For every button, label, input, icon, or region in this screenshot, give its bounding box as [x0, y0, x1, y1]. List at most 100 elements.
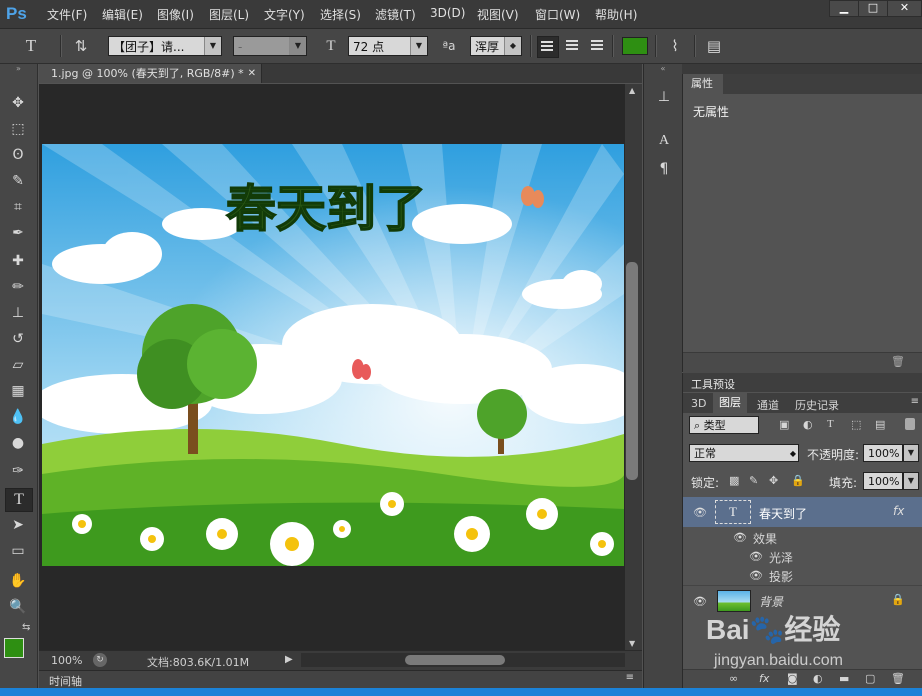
filter-smart-object-icon[interactable]: ▤: [875, 418, 885, 431]
history-brush-tool-icon[interactable]: ↺: [5, 328, 31, 350]
filter-toggle[interactable]: [905, 418, 915, 430]
stamp-panel-icon[interactable]: ⊥: [651, 86, 677, 108]
minimize-button[interactable]: ▁: [829, 0, 859, 17]
lock-transparent-icon[interactable]: ▩: [729, 474, 739, 487]
font-size-dropdown[interactable]: 72 点 ▼: [348, 36, 428, 56]
eye-icon[interactable]: 👁: [693, 506, 707, 519]
menu-3d[interactable]: 3D(D): [430, 6, 465, 20]
menu-window[interactable]: 窗口(W): [535, 6, 580, 23]
toggle-orientation-icon[interactable]: ⇅: [72, 37, 90, 55]
menu-edit[interactable]: 编辑(E): [102, 6, 143, 23]
link-layers-icon[interactable]: ∞: [729, 672, 738, 685]
collapse-icon[interactable]: »: [0, 64, 37, 74]
character-panel-icon[interactable]: ▤: [705, 37, 723, 55]
font-family-dropdown[interactable]: 【团子】请... ▼: [108, 36, 222, 56]
menu-layer[interactable]: 图层(L): [209, 6, 249, 23]
trash-icon[interactable]: 🗑: [891, 355, 905, 368]
panel-menu-icon[interactable]: ≡: [626, 672, 634, 683]
trash-icon[interactable]: 🗑: [891, 672, 905, 685]
maximize-button[interactable]: □: [858, 0, 888, 17]
lock-image-icon[interactable]: ✎: [749, 474, 758, 487]
panel-menu-icon[interactable]: ≡: [911, 396, 919, 407]
layer-filter-dropdown[interactable]: ⌕ 类型: [689, 416, 759, 434]
brush-tool-icon[interactable]: ✏: [5, 276, 31, 298]
crop-tool-icon[interactable]: ⌗: [5, 196, 31, 218]
eye-icon[interactable]: 👁: [749, 550, 763, 563]
menu-filter[interactable]: 滤镜(T): [375, 6, 416, 23]
chevron-down-icon[interactable]: ▼: [903, 444, 919, 462]
gradient-tool-icon[interactable]: ▦: [5, 380, 31, 402]
quick-select-tool-icon[interactable]: ✎: [5, 170, 31, 192]
text-tool-icon[interactable]: T: [5, 488, 33, 512]
fill-input[interactable]: 100%: [863, 472, 903, 490]
layer-name[interactable]: 春天到了: [759, 505, 807, 522]
dodge-tool-icon[interactable]: ●: [5, 432, 31, 454]
warp-text-icon[interactable]: ⌇: [666, 37, 684, 55]
scroll-down-icon[interactable]: ▼: [629, 639, 635, 648]
filter-pixel-icon[interactable]: ▣: [779, 418, 789, 431]
add-mask-icon[interactable]: ◙: [787, 672, 798, 685]
vertical-scroll-thumb[interactable]: [626, 262, 638, 480]
scroll-up-icon[interactable]: ▲: [629, 86, 635, 95]
eye-icon[interactable]: 👁: [693, 595, 707, 608]
eyedropper-tool-icon[interactable]: ✒: [5, 222, 31, 244]
swap-colors-icon[interactable]: ⇆: [22, 622, 30, 633]
close-window-button[interactable]: ✕: [887, 0, 922, 17]
horizontal-scrollbar[interactable]: [301, 653, 625, 667]
layer-effect-satin-row[interactable]: 👁 光泽: [683, 546, 922, 565]
tab-channels[interactable]: 通道: [757, 397, 779, 413]
lasso-tool-icon[interactable]: ʘ: [5, 144, 31, 166]
add-style-icon[interactable]: fx: [759, 672, 769, 685]
blend-mode-dropdown[interactable]: 正常 ◆: [689, 444, 799, 462]
menu-image[interactable]: 图像(I): [157, 6, 194, 23]
menu-help[interactable]: 帮助(H): [595, 6, 637, 23]
opacity-input[interactable]: 100%: [863, 444, 903, 462]
align-center-button[interactable]: [562, 36, 582, 56]
rectangle-tool-icon[interactable]: ▭: [5, 540, 31, 562]
share-icon[interactable]: ↻: [93, 653, 107, 667]
layer-effect-drop-shadow-row[interactable]: 👁 投影: [683, 565, 922, 584]
clone-stamp-tool-icon[interactable]: ⊥: [5, 302, 31, 324]
type-tool-icon[interactable]: T: [22, 37, 40, 55]
document-tab[interactable]: 1.jpg @ 100% (春天到了, RGB/8#) * ✕: [39, 64, 262, 83]
zoom-tool-icon[interactable]: 🔍: [5, 596, 31, 618]
menu-type[interactable]: 文字(Y): [264, 6, 305, 23]
status-menu-arrow-icon[interactable]: ▶: [285, 654, 293, 665]
marquee-tool-icon[interactable]: ⬚: [5, 118, 31, 140]
lock-all-icon[interactable]: 🔒: [791, 474, 805, 487]
tab-history[interactable]: 历史记录: [795, 397, 839, 413]
hand-tool-icon[interactable]: ✋: [5, 570, 31, 592]
filter-adjustment-icon[interactable]: ◐: [803, 418, 813, 431]
healing-brush-tool-icon[interactable]: ✚: [5, 250, 31, 272]
fx-icon[interactable]: fx: [893, 504, 904, 518]
menu-select[interactable]: 选择(S): [320, 6, 361, 23]
foreground-color-swatch[interactable]: [4, 638, 24, 658]
eye-icon[interactable]: 👁: [733, 531, 747, 544]
antialias-dropdown[interactable]: 浑厚 ◆: [470, 36, 522, 56]
layer-row-text[interactable]: 👁 T 春天到了 fx: [683, 497, 922, 527]
filter-type-icon[interactable]: T: [827, 418, 834, 430]
horizontal-scroll-thumb[interactable]: [405, 655, 505, 665]
move-tool-icon[interactable]: ✥: [5, 92, 31, 114]
character-panel-icon[interactable]: A: [651, 130, 677, 152]
zoom-level[interactable]: 100%: [51, 654, 82, 667]
canvas-image[interactable]: 春天到了: [42, 144, 624, 566]
pen-tool-icon[interactable]: ✑: [5, 460, 31, 482]
eye-icon[interactable]: 👁: [749, 569, 763, 582]
tool-presets-tab[interactable]: 工具预设: [683, 373, 922, 392]
timeline-panel-tab[interactable]: 时间轴 ≡: [39, 670, 642, 689]
blur-tool-icon[interactable]: 💧: [5, 406, 31, 428]
filter-shape-icon[interactable]: ⬚: [851, 418, 861, 431]
lock-position-icon[interactable]: ✥: [769, 474, 778, 487]
font-style-dropdown[interactable]: - ▼: [233, 36, 307, 56]
eraser-tool-icon[interactable]: ▱: [5, 354, 31, 376]
new-group-icon[interactable]: ▬: [839, 672, 849, 685]
close-tab-icon[interactable]: ✕: [248, 64, 256, 83]
layer-effects-row[interactable]: 👁 效果: [683, 527, 922, 546]
tab-layers[interactable]: 图层: [713, 393, 747, 413]
align-right-button[interactable]: [586, 36, 606, 56]
tab-3d[interactable]: 3D: [691, 397, 706, 410]
adjustment-layer-icon[interactable]: ◐: [813, 672, 823, 685]
collapse-icon[interactable]: «: [644, 64, 682, 74]
text-color-swatch[interactable]: [622, 37, 648, 55]
